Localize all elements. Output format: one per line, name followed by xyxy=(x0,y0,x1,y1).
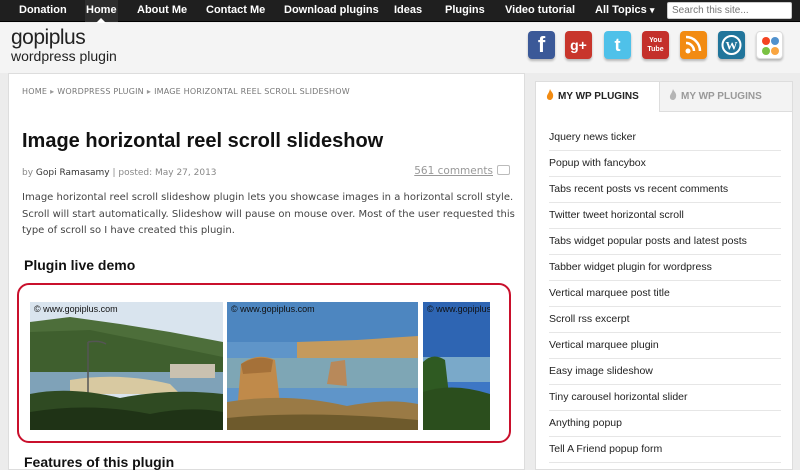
flame-icon xyxy=(669,89,677,100)
sidebar-item-tabs-recent-posts[interactable]: Tabs recent posts vs recent comments xyxy=(549,177,781,203)
nav-item-ideas[interactable]: Ideas xyxy=(393,0,423,22)
sidebar-item-twitter-tweet-scroll[interactable]: Twitter tweet horizontal scroll xyxy=(549,203,781,229)
nav-item-video-tutorial[interactable]: Video tutorial xyxy=(504,0,576,22)
top-navigation-bar: Donation Home About Me Contact Me Downlo… xyxy=(0,0,800,23)
sidebar-item-jquery-news-ticker[interactable]: Jquery news ticker xyxy=(549,125,781,151)
nav-item-contact-me[interactable]: Contact Me xyxy=(205,0,266,22)
slideshow-watermark: © www.gopiplus.com xyxy=(427,304,490,314)
post-intro-text: Image horizontal reel scroll slideshow p… xyxy=(22,192,515,236)
youtube-icon[interactable]: You Tube xyxy=(642,31,669,59)
tab-label: MY WP PLUGINS xyxy=(681,91,762,102)
svg-text:W: W xyxy=(726,39,738,53)
post-author-link[interactable]: Gopi Ramasamy xyxy=(36,168,110,178)
slideshow-image-1[interactable]: © www.gopiplus.com xyxy=(30,302,223,430)
wordpress-icon[interactable]: W xyxy=(718,31,745,59)
slideshow-watermark: © www.gopiplus.com xyxy=(231,304,315,314)
sidebar-item-tiny-carousel[interactable]: Tiny carousel horizontal slider xyxy=(549,385,781,411)
facebook-icon[interactable]: f xyxy=(528,31,555,59)
post-meta-by: by xyxy=(22,168,34,178)
post-meta: by Gopi Ramasamy | posted: May 27, 2013 xyxy=(22,168,217,178)
nav-item-download-plugins[interactable]: Download plugins xyxy=(283,0,380,22)
sidebar-item-vertical-marquee-plugin[interactable]: Vertical marquee plugin xyxy=(549,333,781,359)
site-logo-title[interactable]: gopiplus xyxy=(11,26,86,50)
nav-item-all-topics-label: All Topics xyxy=(595,4,647,16)
breadcrumb-separator: ▸ xyxy=(146,87,152,96)
comments-count[interactable]: 561 comments xyxy=(414,165,493,177)
features-heading: Features of this plugin xyxy=(24,454,175,470)
nav-item-about-me[interactable]: About Me xyxy=(136,0,188,22)
comments-link[interactable]: 561 comments xyxy=(414,165,510,177)
main-content-panel: Home ▸ Wordpress plugin ▸ Image horizontal r… xyxy=(8,73,525,470)
slideshow-image-3[interactable]: © www.gopiplus.com xyxy=(423,302,490,430)
nav-item-all-topics[interactable]: All Topics ▾ xyxy=(594,0,655,22)
sidebar-item-anything-popup[interactable]: Anything popup xyxy=(549,411,781,437)
sidebar: MY WP PLUGINS MY WP PLUGINS Jquery news … xyxy=(535,81,793,470)
sidebar-item-tell-a-friend[interactable]: Tell A Friend popup form xyxy=(549,437,781,463)
tab-my-wp-plugins-inactive[interactable]: MY WP PLUGINS xyxy=(660,82,792,112)
sidebar-item-tabber-widget[interactable]: Tabber widget plugin for wordpress xyxy=(549,255,781,281)
post-date: | posted: May 27, 2013 xyxy=(112,168,217,178)
site-header: gopiplus wordpress plugin f g+ t You Tub… xyxy=(0,23,800,73)
google-plus-icon[interactable]: g+ xyxy=(565,31,592,59)
demo-heading: Plugin live demo xyxy=(24,257,136,273)
sidebar-item-scroll-rss-excerpt[interactable]: Scroll rss excerpt xyxy=(549,307,781,333)
slideshow-image-2[interactable]: © www.gopiplus.com xyxy=(227,302,418,430)
sidebar-item-vertical-marquee-post-title[interactable]: Vertical marquee post title xyxy=(549,281,781,307)
rss-icon[interactable] xyxy=(680,31,707,59)
breadcrumb-home[interactable]: Home xyxy=(22,87,47,96)
tab-label: MY WP PLUGINS xyxy=(558,91,639,102)
twitter-icon[interactable]: t xyxy=(604,31,631,59)
sidebar-item-popup-with-fancybox[interactable]: Popup with fancybox xyxy=(549,151,781,177)
tab-my-wp-plugins-active[interactable]: MY WP PLUGINS xyxy=(536,82,660,112)
breadcrumb: Home ▸ Wordpress plugin ▸ Image horizontal r… xyxy=(22,87,350,96)
slideshow-demo-frame: © www.gopiplus.com © www.gopiplus.com © … xyxy=(17,283,511,443)
breadcrumb-wordpress-plugin[interactable]: Wordpress plugin xyxy=(57,87,144,96)
nav-item-home[interactable]: Home xyxy=(85,0,118,23)
nav-item-donation[interactable]: Donation xyxy=(18,0,68,22)
comment-bubble-icon xyxy=(497,165,510,175)
post-title: Image horizontal reel scroll slideshow xyxy=(22,130,384,152)
breadcrumb-separator: ▸ xyxy=(50,87,55,96)
sidebar-item-easy-image-slideshow[interactable]: Easy image slideshow xyxy=(549,359,781,385)
site-logo-subtitle[interactable]: wordpress plugin xyxy=(11,48,117,64)
chevron-down-icon: ▾ xyxy=(649,5,655,15)
breadcrumb-current-page: Image horizontal reel scroll slideshow xyxy=(154,87,350,96)
sidebar-item-tabs-widget-popular[interactable]: Tabs widget popular posts and latest pos… xyxy=(549,229,781,255)
joomla-icon[interactable] xyxy=(756,31,783,59)
search-input[interactable] xyxy=(667,2,792,19)
flame-icon xyxy=(546,89,554,100)
nav-item-plugins[interactable]: Plugins xyxy=(444,0,486,22)
sidebar-plugin-list: Jquery news ticker Popup with fancybox T… xyxy=(549,125,781,463)
slideshow-watermark: © www.gopiplus.com xyxy=(34,304,118,314)
